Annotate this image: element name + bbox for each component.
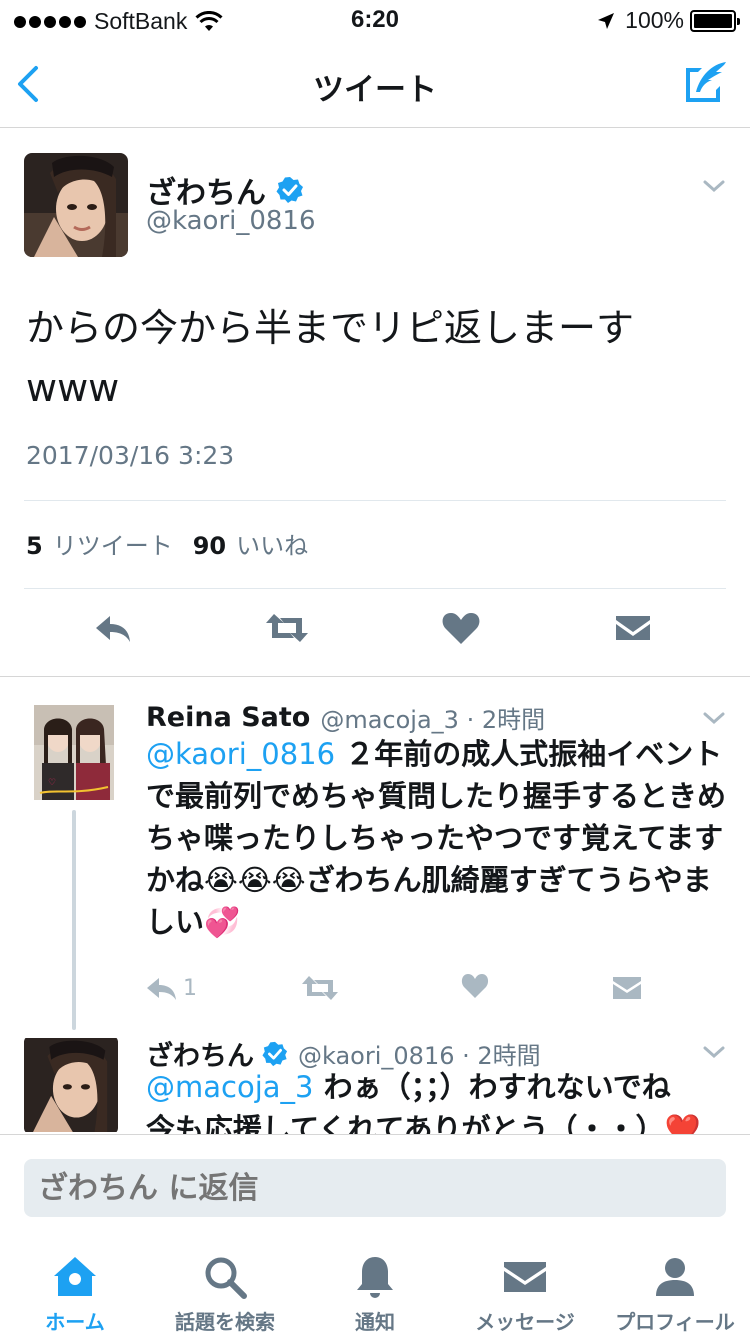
mention-link[interactable]: @kaori_0816: [146, 737, 335, 771]
battery-icon: [690, 9, 740, 32]
tab-label: プロフィール: [615, 1310, 735, 1334]
mention-link[interactable]: @macoja_3: [146, 1070, 314, 1104]
tweet-actions: [0, 606, 750, 656]
reply-text: @kaori_0816 ２年前の成人式振袖イベントで最前列でめちゃ質問したり握手…: [146, 733, 726, 943]
tab-label: メッセージ: [475, 1310, 575, 1334]
retweet-icon[interactable]: [264, 610, 310, 646]
reply-tweet[interactable]: ざわちん @kaori_0816 · 2時間 @macoja_3 わぁ（；；）わ…: [0, 1030, 750, 1134]
chevron-down-icon[interactable]: [702, 178, 726, 194]
reply-icon[interactable]: [145, 974, 179, 1002]
reply-text: @macoja_3 わぁ（；；）わすれないでね 今も応援してくれてありがとう（・…: [146, 1066, 726, 1134]
chevron-down-icon[interactable]: [702, 1044, 726, 1060]
tab-profile[interactable]: プロフィール: [600, 1238, 750, 1334]
status-bar: SoftBank 6:20 100%: [0, 0, 750, 40]
tab-messages[interactable]: メッセージ: [450, 1238, 600, 1334]
retweet-count: 5: [26, 532, 43, 560]
tweet-text: からの今から半までリピ返しまーす www: [26, 298, 726, 418]
tab-notifications[interactable]: 通知: [300, 1238, 450, 1334]
nav-bar: ツイート: [0, 40, 750, 128]
avatar[interactable]: ♡: [34, 705, 114, 800]
reply-count: 1: [183, 976, 197, 1001]
page-title: ツイート: [313, 72, 437, 108]
tweet-timestamp: 2017/03/16 3:23: [26, 441, 235, 470]
direct-message-icon[interactable]: [612, 974, 642, 1002]
heart-icon[interactable]: [440, 610, 482, 646]
like-label: いいね: [236, 532, 309, 560]
divider: [24, 500, 726, 501]
tab-label: 話題を検索: [175, 1310, 275, 1334]
author-handle[interactable]: @kaori_0816: [146, 206, 316, 236]
reply-text-line2: 今も応援してくれてありがとう（・・）❤️: [146, 1112, 701, 1134]
heart-icon[interactable]: [460, 972, 490, 1000]
battery-percent: 100%: [625, 7, 684, 33]
tweet-stats[interactable]: 5 リツイート 90 いいね: [26, 526, 308, 561]
status-right: 100%: [597, 7, 740, 34]
direct-message-icon[interactable]: [614, 610, 652, 646]
compose-tweet-icon[interactable]: [682, 58, 730, 106]
tab-label: ホーム: [45, 1310, 105, 1334]
reply-composer: [0, 1134, 750, 1238]
tab-home[interactable]: ホーム: [0, 1238, 150, 1334]
person-icon: [656, 1258, 694, 1296]
tweet-text-line2: www: [26, 366, 120, 410]
avatar-photo: ♡: [34, 705, 114, 800]
tweet-text-line1: からの今から半までリピ返しまーす: [26, 306, 635, 350]
reply-body: わぁ（；；）わすれないでね: [313, 1070, 671, 1104]
tab-search[interactable]: 話題を検索: [150, 1238, 300, 1334]
location-arrow-icon: [598, 12, 615, 29]
reply-icon[interactable]: [92, 610, 134, 646]
svg-text:♡: ♡: [48, 778, 56, 788]
reply-actions: 1: [0, 970, 750, 1010]
tab-label: 通知: [355, 1310, 395, 1334]
verified-badge-icon: [276, 177, 303, 203]
divider: [24, 588, 726, 589]
retweet-label: リツイート: [52, 532, 173, 560]
verified-badge-icon: [262, 1041, 288, 1066]
reply-author-name[interactable]: Reina Sato: [146, 702, 310, 733]
reply-input[interactable]: [24, 1159, 726, 1217]
tab-bar: ホーム 話題を検索 通知 メッセージ プロフィール: [0, 1238, 750, 1334]
chevron-down-icon[interactable]: [702, 710, 726, 726]
section-divider: [0, 676, 750, 677]
avatar[interactable]: [24, 153, 128, 257]
reply-text-line1: @macoja_3 わぁ（；；）わすれないでね: [146, 1066, 726, 1108]
retweet-icon[interactable]: [300, 974, 340, 1002]
reply-meta: @macoja_3 · 2時間: [320, 706, 546, 734]
envelope-icon: [504, 1262, 546, 1292]
bell-icon: [357, 1257, 393, 1298]
home-icon: [54, 1257, 96, 1296]
search-icon: [205, 1257, 247, 1299]
avatar-photo: [24, 153, 128, 257]
like-count: 90: [192, 532, 227, 560]
reply-header: Reina Sato @macoja_3 · 2時間: [146, 700, 545, 735]
